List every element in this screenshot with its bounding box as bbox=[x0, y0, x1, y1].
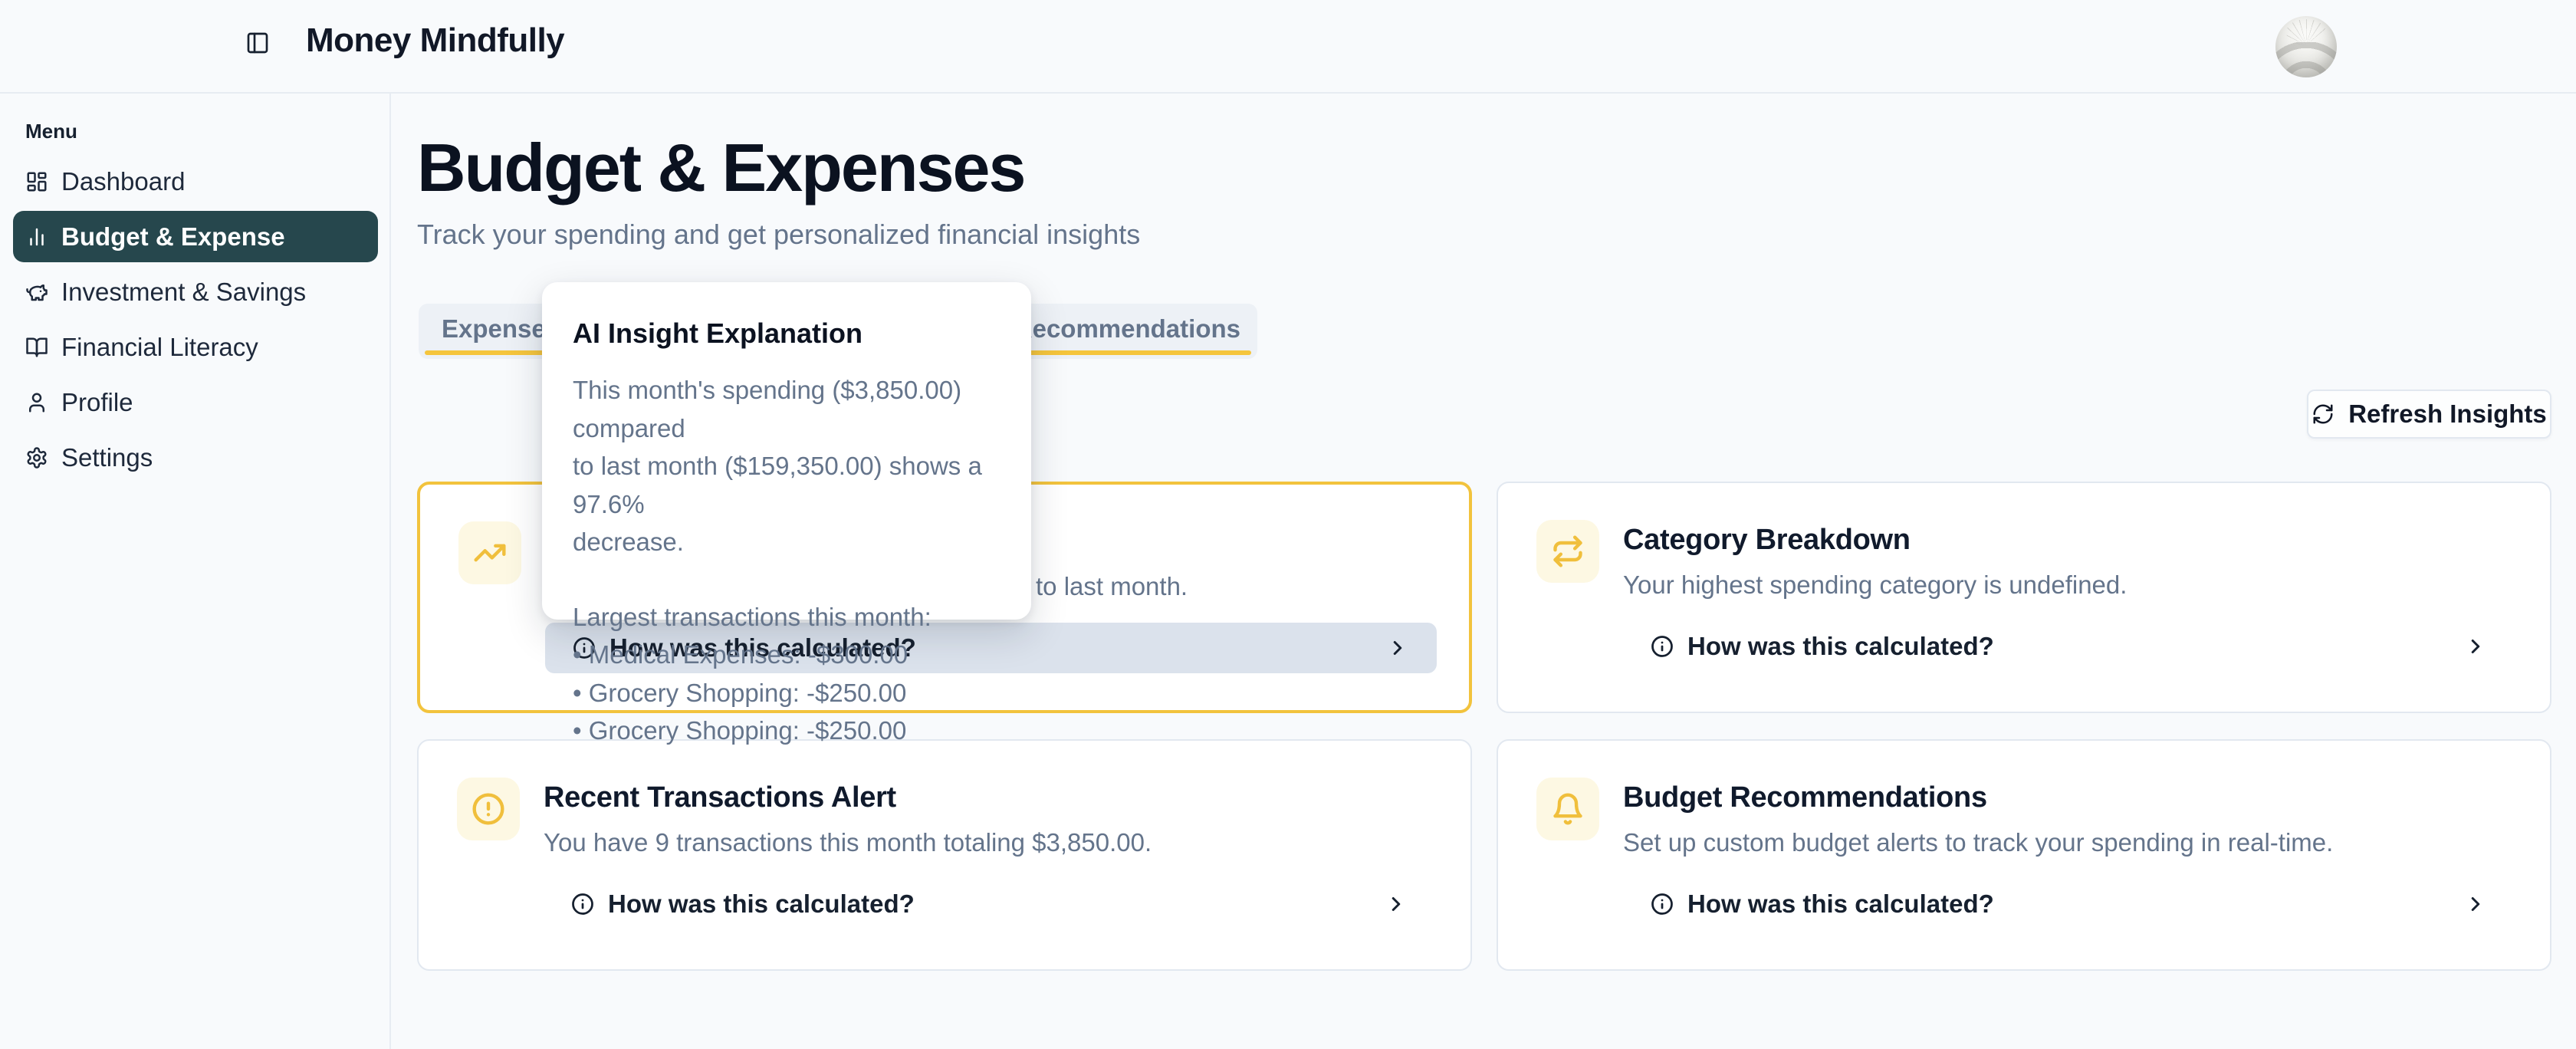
panel-left-icon bbox=[245, 31, 276, 55]
ai-insight-popup-paragraph: This month's spending ($3,850.00) compar… bbox=[573, 371, 1001, 561]
chevron-right-icon bbox=[1386, 636, 1409, 659]
user-icon bbox=[25, 391, 48, 414]
refresh-icon bbox=[2312, 403, 2334, 426]
card-title: Category Breakdown bbox=[1623, 524, 1911, 557]
chevron-right-icon bbox=[2464, 635, 2487, 658]
sidebar: Menu Dashboard Budget & Expense Investme… bbox=[0, 94, 391, 1049]
bell-icon bbox=[1536, 778, 1599, 840]
app-title: Money Mindfully bbox=[306, 21, 564, 60]
page-subtitle: Track your spending and get personalized… bbox=[417, 219, 1140, 251]
sidebar-item-dashboard[interactable]: Dashboard bbox=[13, 156, 378, 207]
info-icon bbox=[1651, 893, 1674, 916]
info-icon bbox=[1651, 635, 1674, 658]
repeat-icon bbox=[1536, 520, 1599, 583]
ai-insight-popup-title: AI Insight Explanation bbox=[573, 317, 1001, 350]
gear-icon bbox=[25, 446, 48, 469]
sidebar-toggle-button[interactable] bbox=[245, 28, 276, 58]
card-description: You have 9 transactions this month total… bbox=[544, 828, 1152, 857]
sidebar-item-label: Investment & Savings bbox=[61, 278, 306, 307]
sidebar-item-investment-savings[interactable]: Investment & Savings bbox=[13, 266, 378, 317]
book-open-icon bbox=[25, 336, 48, 359]
sidebar-item-settings[interactable]: Settings bbox=[13, 432, 378, 483]
sidebar-item-financial-literacy[interactable]: Financial Literacy bbox=[13, 321, 378, 373]
how-calculated-button[interactable]: How was this calculated? bbox=[544, 879, 1435, 929]
app-root: Money Mindfully Menu Dashboard Budget & … bbox=[0, 0, 2576, 1049]
refresh-insights-button[interactable]: Refresh Insights bbox=[2307, 390, 2551, 439]
card-description: Your highest spending category is undefi… bbox=[1623, 571, 2127, 600]
chevron-right-icon bbox=[2464, 893, 2487, 916]
sidebar-menu-label: Menu bbox=[25, 120, 389, 143]
how-calculated-button[interactable]: How was this calculated? bbox=[1623, 879, 2515, 929]
refresh-label: Refresh Insights bbox=[2348, 400, 2547, 429]
card-description: Set up custom budget alerts to track you… bbox=[1623, 828, 2333, 857]
how-calculated-label: How was this calculated? bbox=[1687, 890, 1994, 919]
how-calculated-button[interactable]: How was this calculated? bbox=[1623, 621, 2515, 672]
sidebar-item-label: Budget & Expense bbox=[61, 222, 285, 252]
piggy-bank-icon bbox=[25, 281, 48, 304]
sidebar-item-label: Profile bbox=[61, 388, 133, 417]
how-calculated-label: How was this calculated? bbox=[1687, 632, 1994, 661]
trending-up-icon bbox=[458, 521, 521, 584]
chevron-right-icon bbox=[1385, 893, 1408, 916]
user-avatar[interactable] bbox=[2275, 16, 2337, 77]
budget-recommendations-card: Budget Recommendations Set up custom bud… bbox=[1497, 739, 2551, 971]
sidebar-item-budget-expense[interactable]: Budget & Expense bbox=[13, 211, 378, 262]
ai-insight-popup: AI Insight Explanation This month's spen… bbox=[542, 282, 1031, 620]
dashboard-icon bbox=[25, 170, 48, 193]
category-breakdown-card: Category Breakdown Your highest spending… bbox=[1497, 482, 2551, 713]
card-title: Recent Transactions Alert bbox=[544, 781, 896, 814]
sidebar-item-label: Financial Literacy bbox=[61, 333, 258, 362]
how-calculated-label: How was this calculated? bbox=[608, 890, 915, 919]
page-title: Budget & Expenses bbox=[417, 129, 1024, 207]
card-title: Budget Recommendations bbox=[1623, 781, 1987, 814]
bar-chart-icon bbox=[25, 225, 48, 248]
sidebar-item-label: Settings bbox=[61, 443, 153, 472]
alert-circle-icon bbox=[457, 778, 520, 840]
ai-insight-popup-paragraph: Largest transactions this month: • Medic… bbox=[573, 598, 1001, 750]
info-icon bbox=[571, 893, 594, 916]
sidebar-item-label: Dashboard bbox=[61, 167, 185, 196]
top-header: Money Mindfully bbox=[0, 0, 2576, 94]
sidebar-item-profile[interactable]: Profile bbox=[13, 377, 378, 428]
recent-transactions-card: Recent Transactions Alert You have 9 tra… bbox=[417, 739, 1472, 971]
